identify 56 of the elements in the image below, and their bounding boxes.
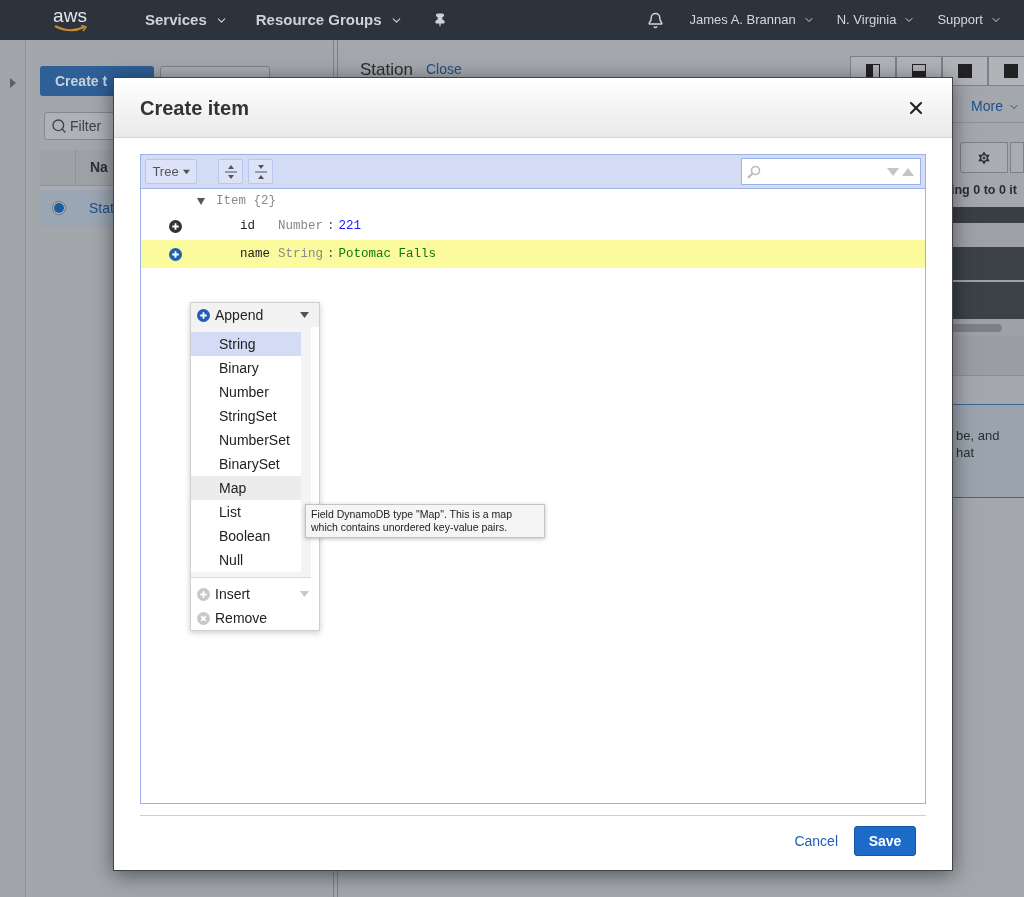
tooltip: Field DynamoDB type "Map". This is a map which contains unordered key-value pairs. [305, 504, 545, 538]
nav-menu[interactable]: James A. Brannan [689, 10, 815, 30]
panel-title: Station [360, 59, 413, 81]
layout-button[interactable] [988, 56, 1024, 86]
column-header: Na [90, 158, 108, 177]
layout-button[interactable] [942, 56, 988, 86]
plus-circle-icon [197, 587, 210, 601]
expand-all-button[interactable] [218, 159, 243, 184]
field-type: String [278, 245, 323, 263]
tree-node-label: Item {2} [216, 192, 276, 210]
field-separator: : [327, 245, 335, 263]
plus-circle-icon [169, 219, 182, 233]
nav-menu[interactable]: Services [145, 8, 228, 32]
field-separator: : [327, 217, 335, 235]
field-name: name [240, 245, 271, 263]
save-button[interactable]: Save [854, 826, 916, 856]
plus-circle-icon [169, 247, 182, 261]
collapse-all-icon [254, 163, 267, 180]
info-text: be, and [956, 427, 1000, 444]
menu-item[interactable]: Insert [191, 582, 319, 606]
more-link[interactable]: More [971, 96, 1020, 117]
settings-button[interactable] [960, 142, 1008, 173]
search-field[interactable] [741, 158, 921, 185]
tree-row[interactable]: name String : Potomac Falls [141, 240, 925, 268]
cancel-link[interactable]: Cancel [794, 830, 838, 852]
nav-menu[interactable]: Support [937, 10, 1002, 30]
layout-icon [1004, 64, 1018, 78]
radio-button[interactable] [52, 201, 66, 215]
pin-icon[interactable] [432, 13, 447, 27]
type-option[interactable]: String [191, 332, 301, 356]
filter-placeholder: Filter [70, 116, 102, 136]
aws-logo[interactable]: aws [50, 7, 90, 33]
field-value: 221 [338, 217, 362, 235]
mode-dropdown[interactable]: Tree [145, 159, 197, 184]
search-icon [747, 164, 761, 179]
search-icon [51, 118, 67, 134]
menu-item[interactable]: Remove [191, 606, 319, 630]
field-type: Number [278, 217, 323, 235]
remove-icon [197, 611, 210, 625]
plus-circle-icon [197, 308, 210, 322]
menu-item[interactable]: Append [191, 303, 319, 327]
bell-icon[interactable] [647, 11, 665, 29]
field-name: id [240, 217, 256, 235]
settings-icon [976, 149, 992, 166]
expand-all-icon [224, 163, 237, 180]
nav-menu[interactable]: Resource Groups [255, 8, 403, 32]
layout-icon [866, 64, 880, 78]
expand-sidebar-icon[interactable] [9, 78, 16, 88]
layout-icon [958, 64, 972, 78]
collapse-all-button[interactable] [248, 159, 273, 184]
expand-triangle-icon[interactable] [197, 197, 205, 205]
info-text: hat [956, 444, 975, 461]
field-value: Potomac Falls [338, 245, 437, 263]
caret-icon [182, 168, 190, 175]
type-option[interactable]: Map [191, 476, 301, 500]
nav-menu[interactable]: N. Virginia [836, 10, 916, 30]
